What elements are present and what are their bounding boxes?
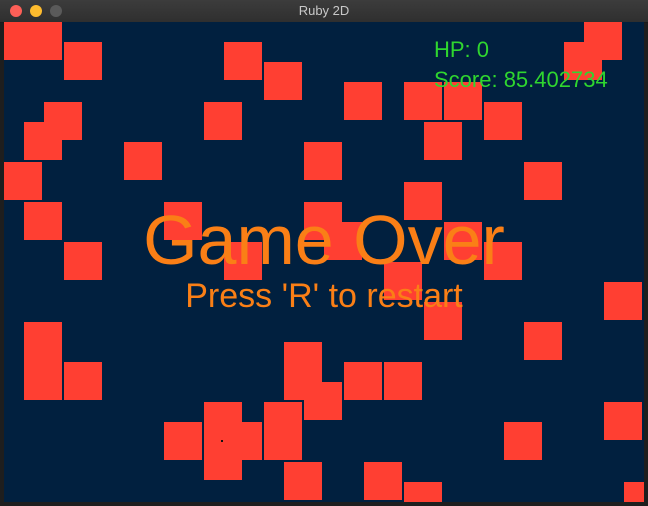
game-canvas[interactable]: HP: 0 Score: 85.402734 Game Over Press '… bbox=[4, 22, 644, 502]
window-title: Ruby 2D bbox=[298, 3, 350, 18]
obstacle-block bbox=[124, 142, 162, 180]
obstacle-block bbox=[304, 142, 342, 180]
score-readout: Score: 85.402734 bbox=[434, 67, 608, 92]
obstacle-block bbox=[4, 162, 42, 200]
obstacle-block bbox=[24, 22, 62, 60]
obstacle-block bbox=[424, 122, 462, 160]
obstacle-block bbox=[24, 122, 62, 160]
obstacle-block bbox=[344, 362, 382, 400]
hp-readout: HP: 0 bbox=[434, 37, 490, 62]
game-over-title: Game Over bbox=[143, 201, 505, 279]
obstacle-block bbox=[364, 462, 402, 500]
obstacle-block bbox=[344, 82, 382, 120]
obstacle-block bbox=[264, 62, 302, 100]
obstacle-block bbox=[304, 382, 342, 420]
obstacle-block bbox=[164, 422, 202, 460]
obstacle-block bbox=[24, 362, 62, 400]
obstacle-block bbox=[524, 322, 562, 360]
obstacle-block bbox=[64, 362, 102, 400]
obstacle-block bbox=[204, 102, 242, 140]
game-window: Ruby 2D HP: 0 Score: 85.402734 Game Over… bbox=[0, 0, 648, 506]
player-dot bbox=[221, 440, 223, 442]
obstacle-block bbox=[204, 442, 242, 480]
obstacle-block bbox=[504, 422, 542, 460]
obstacle-block bbox=[604, 402, 642, 440]
obstacle-block bbox=[404, 482, 442, 502]
title-bar[interactable]: Ruby 2D bbox=[0, 0, 648, 23]
obstacle-block bbox=[224, 42, 262, 80]
obstacle-block bbox=[64, 42, 102, 80]
obstacle-block bbox=[624, 482, 644, 502]
restart-hint: Press 'R' to restart bbox=[185, 277, 463, 315]
obstacle-block bbox=[284, 462, 322, 500]
obstacle-block bbox=[264, 422, 302, 460]
obstacle-block bbox=[524, 162, 562, 200]
obstacle-block bbox=[384, 362, 422, 400]
obstacle-block bbox=[484, 102, 522, 140]
